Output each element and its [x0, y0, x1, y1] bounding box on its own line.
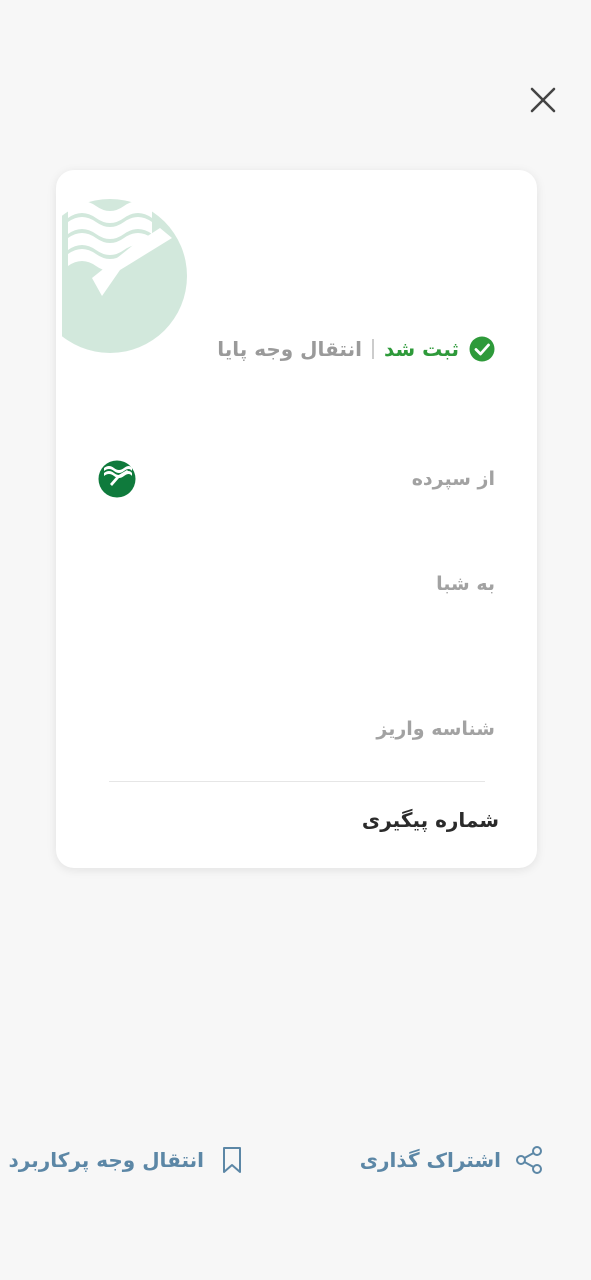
from-deposit-label: از سپرده: [411, 468, 495, 490]
status-row: ثبت شد انتقال وجه پایا: [217, 332, 495, 366]
close-button[interactable]: [523, 80, 563, 120]
bank-logo-watermark: [62, 199, 187, 353]
receipt-card: ثبت شد انتقال وجه پایا از سپرده به شبا ش…: [56, 170, 537, 868]
to-sheba-label: به شبا: [436, 573, 495, 595]
share-label: اشتراک گذاری: [359, 1148, 501, 1172]
bookmark-icon: [223, 1147, 241, 1173]
status-text: ثبت شد: [383, 337, 459, 361]
favorite-transfer-button[interactable]: انتقال وجه پرکاربرد: [8, 1140, 248, 1180]
deposit-id-label: شناسه واریز: [376, 718, 495, 740]
share-icon: [516, 1146, 542, 1174]
share-button[interactable]: اشتراک گذاری: [360, 1140, 545, 1180]
tracking-number-label: شماره پیگیری: [361, 808, 499, 832]
favorite-transfer-label: انتقال وجه پرکاربرد: [8, 1148, 204, 1172]
status-separator: [371, 339, 374, 359]
divider: [109, 781, 485, 782]
close-icon: [530, 87, 556, 113]
check-circle-icon: [469, 336, 495, 362]
bank-logo-icon: [98, 460, 136, 498]
receipt-title: انتقال وجه پایا: [217, 337, 362, 361]
